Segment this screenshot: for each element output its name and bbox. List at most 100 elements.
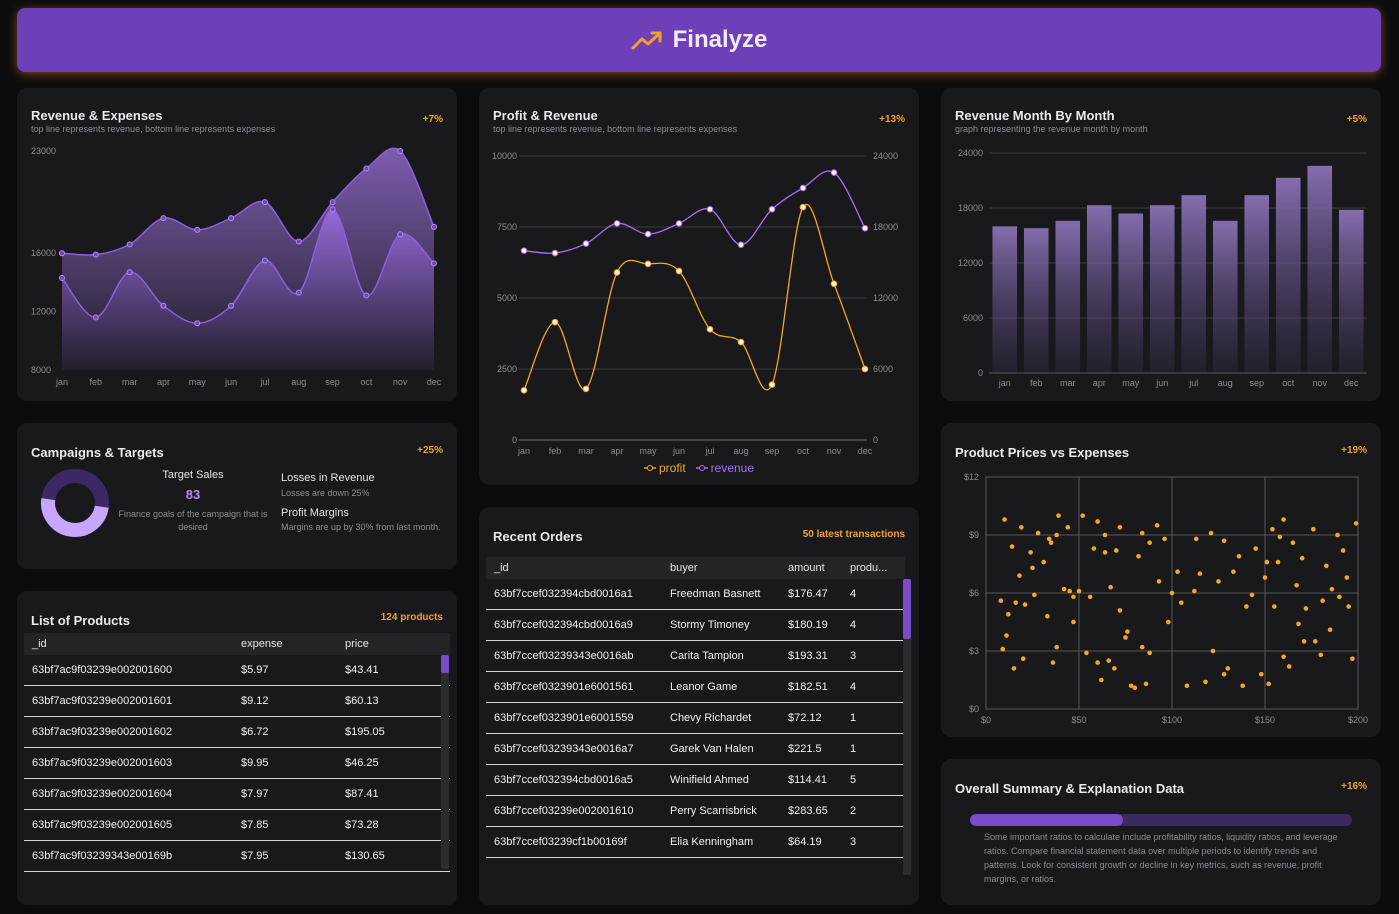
x-tick-label: aug	[291, 377, 306, 387]
scatter-point	[1050, 660, 1056, 665]
scatter-point	[1102, 550, 1108, 555]
column-header-buyer[interactable]: buyer	[662, 562, 780, 574]
scatter-point	[1320, 598, 1325, 604]
summary-text: Some important ratios to calculate inclu…	[984, 832, 1338, 884]
x-tick-label: may	[1122, 378, 1140, 388]
table-row[interactable]: 63bf7ac9f03239e002001600 $5.97 $43.41	[24, 655, 450, 686]
x-tick-label: sep	[765, 446, 780, 456]
x-tick-label: jun	[224, 377, 237, 387]
table-cell: Winifield Ahmed	[670, 774, 749, 786]
table-cell: $283.65	[788, 805, 828, 817]
y-left-tick-label: 5000	[497, 293, 517, 303]
x-tick-label: sep	[325, 377, 340, 387]
scatter-point	[1197, 571, 1203, 576]
scatter-point	[1136, 553, 1141, 559]
scatter-point	[1350, 656, 1355, 662]
y-tick-label: 0	[978, 368, 983, 378]
margins-subtitle: Margins are up by 30% from last month.	[281, 522, 441, 532]
x-tick-label: may	[639, 446, 657, 456]
scatter-point	[1143, 681, 1149, 687]
y-left-tick-label: 0	[512, 435, 517, 445]
scatter-point	[1337, 594, 1342, 600]
table-row[interactable]: 63bf7ccef03239343e0016a7 Garek Van Halen $…	[486, 734, 905, 765]
column-header-products[interactable]: produ...	[842, 562, 894, 574]
x-tick-label: jul	[259, 377, 269, 387]
bar-sep	[1244, 195, 1270, 373]
y-right-tick-label: 18000	[873, 222, 898, 232]
bar-jul	[1181, 195, 1207, 373]
table-cell: $193.31	[788, 650, 828, 662]
x-tick-label: apr	[1093, 378, 1106, 388]
table-cell: 4	[850, 619, 857, 631]
table-cell: 63bf7ccef03239cf1b00169f	[494, 836, 627, 848]
scatter-point	[1071, 594, 1076, 600]
data-point-profit	[830, 280, 838, 288]
x-tick-label: jan	[517, 446, 530, 456]
target-value: 83	[185, 487, 201, 502]
table-row[interactable]: 63bf7ac9f03239e002001603 $9.95 $46.25	[24, 748, 450, 779]
column-header-id[interactable]: _id	[486, 562, 662, 574]
scrollbar-thumb[interactable]	[441, 655, 449, 673]
table-row[interactable]: 63bf7ac9f03239343e00169b $7.95 $130.65	[24, 841, 450, 872]
scatter-point	[1128, 683, 1134, 689]
table-row[interactable]: 63bf7ccef032394cbd0016a5 Winifield Ahmed $…	[486, 765, 905, 796]
data-point	[160, 215, 167, 222]
legend-item-revenue[interactable]: revenue	[695, 461, 754, 475]
table-row[interactable]: 63bf7ac9f03239e002001604 $7.97 $87.41	[24, 779, 450, 810]
table-row[interactable]: 63bf7ccef032394cbd0016a1 Freedman Basnett…	[486, 579, 905, 610]
legend-item-profit[interactable]: profit	[643, 461, 686, 475]
table-row[interactable]: 63bf7ac9f03239e002001602 $6.72 $195.05	[24, 717, 450, 748]
table-row[interactable]: 63bf7ccef03239e002001610 Perry Scarrisbri…	[486, 796, 905, 827]
line-marker-icon	[643, 465, 656, 471]
column-header-price[interactable]: price	[337, 638, 435, 650]
x-tick-label: mar	[122, 377, 138, 387]
x-tick-label: nov	[393, 377, 408, 387]
y-left-tick-label: 7500	[497, 222, 517, 232]
scrollbar-thumb[interactable]	[903, 579, 911, 639]
table-row[interactable]: 63bf7ccef0323901e6001561 Leanor Game $182.…	[486, 672, 905, 703]
products-scrollbar[interactable]	[441, 655, 449, 869]
table-row[interactable]: 63bf7ccef0323901e6001559 Chevy Richardet $…	[486, 703, 905, 734]
data-point-revenue	[551, 249, 559, 257]
x-tick-label: jun	[672, 446, 685, 456]
progress-fill	[970, 814, 1123, 826]
data-point	[431, 223, 437, 230]
x-tick-label: $100	[1162, 715, 1182, 725]
table-row[interactable]: 63bf7ac9f03239e002001605 $7.85 $73.28	[24, 810, 450, 841]
column-header-id[interactable]: _id	[24, 638, 233, 650]
scatter-point	[1353, 521, 1359, 526]
table-cell: Freedman Basnett	[670, 588, 761, 600]
scatter-point	[1019, 524, 1024, 530]
chart-legend: profit revenue	[479, 461, 919, 475]
losses-title: Losses in Revenue	[281, 472, 375, 484]
scatter-point	[1192, 588, 1197, 594]
change-badge: +16%	[1341, 781, 1367, 792]
table-cell: $7.85	[241, 819, 269, 831]
scatter-point	[1028, 550, 1033, 555]
scatter-point	[1065, 524, 1071, 530]
scatter-point	[1139, 530, 1145, 536]
scatter-point	[1002, 517, 1007, 522]
table-row[interactable]: 63bf7ccef03239cf1b00169f Elia Kenningham $…	[486, 827, 905, 858]
table-cell: $7.95	[241, 850, 269, 862]
column-header-expense[interactable]: expense	[233, 638, 337, 650]
margins-title: Profit Margins	[281, 507, 349, 519]
data-point-profit	[613, 269, 621, 276]
data-point	[59, 275, 65, 282]
table-row[interactable]: 63bf7ccef032394cbd0016a9 Stormy Timoney $1…	[486, 610, 905, 641]
table-row[interactable]: 63bf7ac9f03239e002001601 $9.12 $60.13	[24, 686, 450, 717]
series-line-revenue	[523, 170, 866, 254]
bar-mar	[1055, 220, 1081, 373]
target-description: Finance goals of the campaign that is de…	[118, 509, 268, 532]
line-marker-icon	[695, 465, 708, 471]
scatter-point	[1262, 575, 1268, 580]
orders-scrollbar[interactable]	[903, 579, 911, 875]
scatter-point	[1299, 555, 1305, 561]
scatter-point	[1329, 586, 1335, 592]
table-cell: $7.97	[241, 788, 269, 800]
column-header-amount[interactable]: amount	[780, 562, 842, 574]
data-point	[363, 165, 370, 172]
table-header: _id buyer amount produ...	[486, 557, 905, 579]
table-row[interactable]: 63bf7ccef03239343e0016ab Carita Tampion $1…	[486, 641, 905, 672]
scatter-point	[1032, 592, 1037, 598]
